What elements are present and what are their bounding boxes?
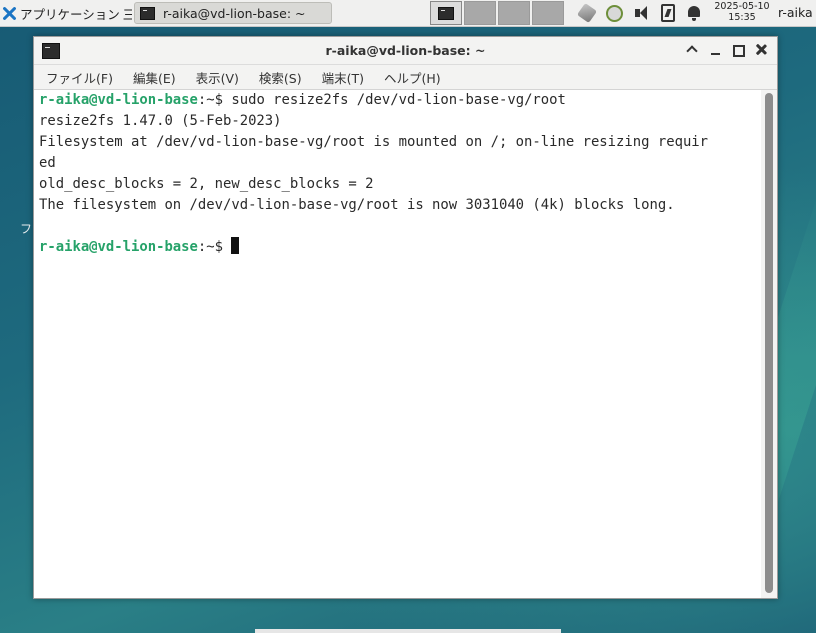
top-panel: アプリケーション 三 r-aika@vd-lion-base: ~ 2025-0… [0, 0, 816, 27]
terminal-icon [438, 6, 454, 20]
terminal-output[interactable]: r-aika@vd-lion-base:~$ sudo resize2fs /d… [34, 90, 761, 598]
output-line: old_desc_blocks = 2, new_desc_blocks = 2 [39, 176, 374, 192]
workspace-3[interactable] [498, 1, 530, 25]
taskbar-terminal-label: r-aika@vd-lion-base: ~ [163, 5, 306, 21]
menu-search[interactable]: 検索(S) [247, 68, 310, 87]
window-title: r-aika@vd-lion-base: ~ [325, 43, 486, 58]
workspace-2[interactable] [464, 1, 496, 25]
workspace-switcher [430, 1, 564, 25]
terminal-icon [140, 6, 155, 20]
applications-menu-button[interactable]: アプリケーション 三 [2, 2, 132, 24]
output-line: The filesystem on /dev/vd-lion-base-vg/r… [39, 197, 675, 213]
usb-device-icon[interactable] [576, 2, 598, 24]
prompt-path: :~$ [197, 92, 223, 108]
window-titlebar[interactable]: r-aika@vd-lion-base: ~ [34, 37, 777, 65]
shade-window-icon[interactable] [685, 42, 700, 58]
active-prompt-line: r-aika@vd-lion-base:~$ [34, 237, 761, 258]
system-tray [576, 2, 703, 24]
menu-view[interactable]: 表示(V) [184, 68, 247, 87]
taskbar-terminal-button[interactable]: r-aika@vd-lion-base: ~ [134, 2, 332, 24]
output-line: resize2fs 1.47.0 (5-Feb-2023) [39, 113, 282, 129]
terminal-scrollbar[interactable] [761, 90, 777, 598]
menu-file[interactable]: ファイル(F) [34, 68, 121, 87]
output-line: Filesystem at /dev/vd-lion-base-vg/root … [39, 134, 709, 150]
text-cursor [231, 237, 240, 254]
prompt-user: r-aika@vd-lion-base [39, 92, 198, 108]
terminal-window: r-aika@vd-lion-base: ~ ファイル(F) 編集(E) 表示(… [33, 36, 778, 599]
volume-icon[interactable] [633, 4, 651, 22]
close-window-icon[interactable] [754, 42, 769, 58]
desktop-icon-label[interactable]: フ [20, 220, 32, 237]
applications-menu-trail: 三 [122, 6, 132, 22]
minimize-window-icon[interactable] [708, 42, 723, 58]
menu-terminal[interactable]: 端末(T) [310, 68, 372, 87]
workspace-4[interactable] [532, 1, 564, 25]
workspace-1[interactable] [430, 1, 462, 25]
prompt-user: r-aika@vd-lion-base [39, 239, 198, 255]
menu-edit[interactable]: 編集(E) [121, 68, 184, 87]
maximize-window-icon[interactable] [731, 42, 746, 58]
command-line: r-aika@vd-lion-base:~$ sudo resize2fs /d… [34, 90, 761, 111]
menu-help[interactable]: ヘルプ(H) [372, 68, 449, 87]
panel-clock[interactable]: 2025-05-10 15:35 [712, 1, 772, 23]
command-text: sudo resize2fs /dev/vd-lion-base-vg/root [223, 92, 566, 108]
applications-menu-label: アプリケーション [20, 6, 120, 22]
notification-bell-icon[interactable] [685, 4, 703, 22]
output-line: ed [39, 155, 56, 171]
scrollbar-thumb[interactable] [765, 93, 773, 593]
panel-username[interactable]: r-aika [778, 5, 813, 20]
window-menubar: ファイル(F) 編集(E) 表示(V) 検索(S) 端末(T) ヘルプ(H) [34, 65, 777, 90]
prompt-path: :~$ [197, 239, 223, 255]
network-icon[interactable] [606, 4, 623, 22]
xfce-logo-icon [2, 6, 17, 21]
bottom-panel-edge [255, 629, 561, 633]
window-controls [685, 42, 769, 58]
clock-time: 15:35 [728, 12, 756, 23]
battery-icon[interactable] [661, 4, 675, 22]
clock-date: 2025-05-10 [714, 1, 770, 12]
